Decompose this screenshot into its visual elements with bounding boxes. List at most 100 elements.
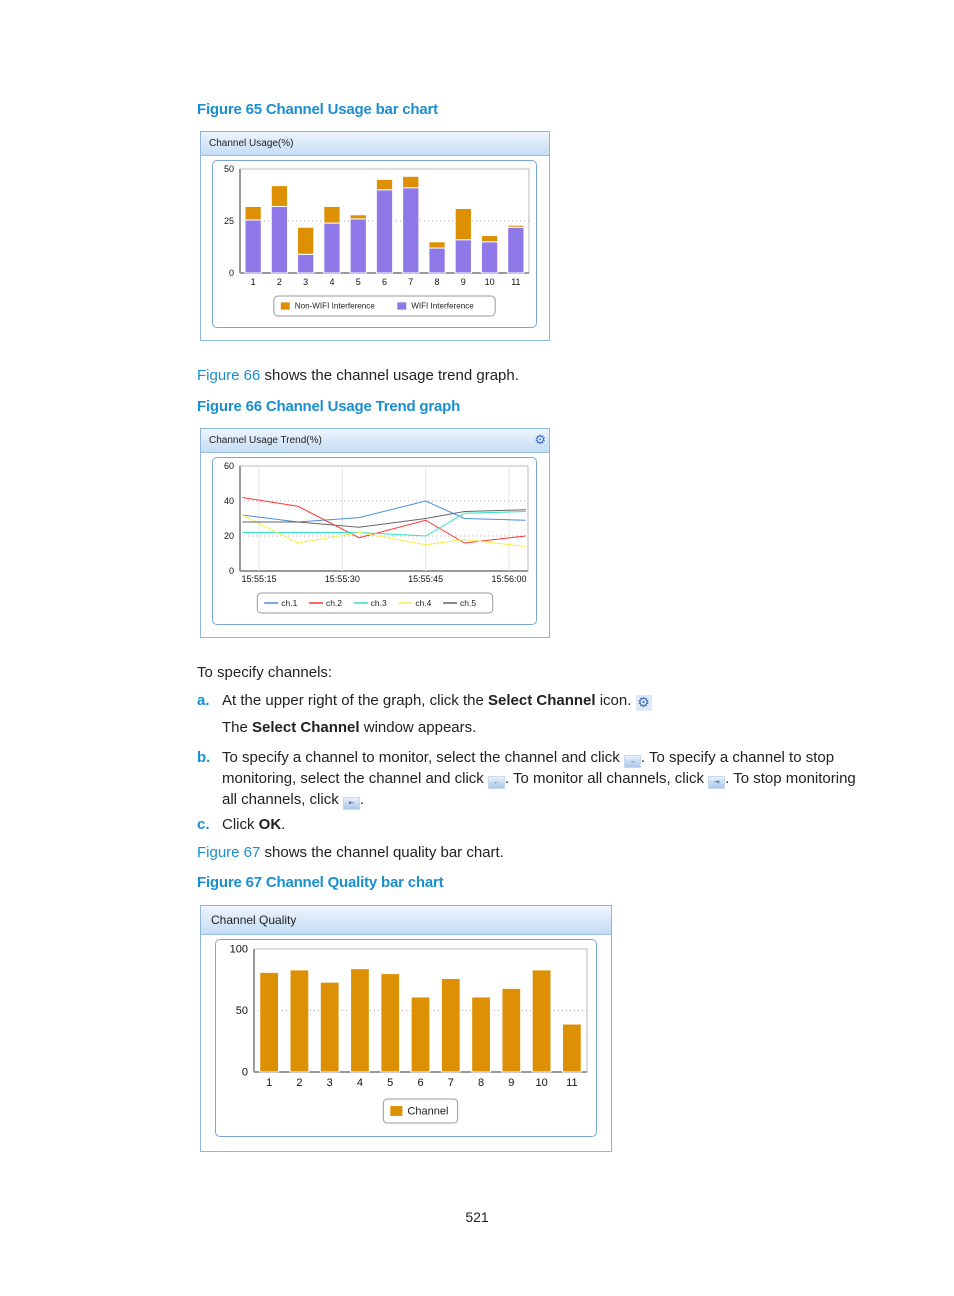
channel-usage-trend-chart: 0 20 40 60 15:55:15 15:55:30 15:55:45 15:56:00 c…: [224, 461, 529, 614]
bar: [375, 189, 394, 274]
bar: [428, 241, 446, 249]
x-tick-label: 4: [357, 1077, 363, 1089]
x-tick-label: 11: [566, 1077, 577, 1089]
y-tick-label: 20: [224, 531, 234, 541]
y-tick-label: 50: [224, 164, 234, 174]
x-tick-label: 2: [296, 1077, 302, 1089]
y-tick-label: 0: [242, 1067, 248, 1079]
x-tick-label: 3: [303, 277, 308, 287]
channel-usage-trend-panel: Channel Usage Trend(%) ⚙ 0 20 40 60 15:55:15…: [200, 428, 550, 638]
y-tick-label: 0: [229, 566, 234, 576]
x-tick-label: 5: [387, 1077, 393, 1089]
bar: [349, 214, 367, 220]
bar: [507, 224, 525, 228]
bar: [297, 226, 315, 255]
legend-label: Non-WIFI Interference: [295, 302, 376, 311]
step-bold: Select Channel: [488, 692, 596, 709]
x-tick-label: 15:55:15: [241, 574, 276, 584]
channel-quality-panel: Channel Quality 0 50 100 1 2 3 4 5 6 7 8 9 10 11 Chann…: [200, 905, 612, 1152]
remove-icon: ←: [487, 776, 505, 789]
bar: [259, 971, 280, 1073]
bar: [454, 239, 472, 274]
bar: [323, 205, 341, 224]
legend-label: ch.3: [371, 598, 387, 608]
gear-icon: ⚙: [635, 694, 652, 711]
bar: [480, 235, 499, 243]
x-tick-label: 11: [511, 277, 520, 287]
figure-67-link[interactable]: Figure 67: [197, 844, 260, 861]
x-tick-label: 1: [251, 277, 256, 287]
bar: [454, 208, 472, 241]
figure-65-caption: Figure 65 Channel Usage bar chart: [197, 101, 438, 118]
legend-swatch: [397, 302, 407, 310]
y-tick-label: 50: [236, 1005, 248, 1017]
step-a: a. At the upper right of the graph, click…: [197, 692, 877, 711]
step-marker: c.: [197, 816, 210, 833]
step-c: c. Click OK.: [197, 816, 285, 833]
x-tick-label: 2: [277, 277, 282, 287]
add-all-icon: ⇥: [708, 776, 726, 789]
step-text: The: [222, 719, 253, 736]
bar: [244, 205, 262, 221]
step-b: b. To specify a channel to monitor, selec…: [197, 747, 862, 810]
x-tick-label: 9: [461, 277, 466, 287]
bar: [507, 226, 525, 274]
channel-usage-panel: Channel Usage(%) 0 25 50 1 2 3 4 5 6 7 8 9 10 11 Non-W…: [200, 131, 550, 341]
x-tick-label: 1: [266, 1077, 272, 1089]
step-text: At the upper right of the graph, click t…: [222, 692, 488, 709]
x-tick-label: 3: [327, 1077, 333, 1089]
bar: [561, 1023, 582, 1073]
step-marker: b.: [197, 749, 211, 766]
bar: [380, 973, 401, 1073]
bar: [297, 253, 315, 274]
paragraph-fig67: Figure 67 shows the channel quality bar …: [197, 844, 504, 861]
paragraph-fig66: Figure 66 shows the channel usage trend …: [197, 367, 519, 384]
bar: [531, 969, 552, 1073]
y-tick-label: 60: [224, 461, 234, 471]
bar: [501, 987, 522, 1073]
step-text: Click: [222, 816, 259, 833]
y-tick-label: 25: [224, 216, 234, 226]
step-text: icon.: [595, 692, 632, 709]
legend-label: ch.4: [415, 598, 431, 608]
x-tick-label: 15:55:45: [408, 574, 443, 584]
step-bold: Select Channel: [252, 719, 360, 736]
bar: [270, 205, 289, 274]
step-text: window appears.: [359, 719, 477, 736]
paragraph-text: shows the channel usage trend graph.: [260, 367, 519, 384]
bar: [244, 219, 262, 274]
legend-swatch: [390, 1106, 403, 1116]
bar: [440, 978, 461, 1073]
bar: [319, 981, 340, 1073]
legend-label: ch.1: [281, 598, 297, 608]
x-tick-label: 9: [508, 1077, 514, 1089]
channel-usage-bar-chart: 0 25 50 1 2 3 4 5 6 7 8 9 10 11 Non-WIFI Interference W…: [224, 164, 530, 317]
y-tick-label: 100: [230, 944, 248, 956]
x-tick-label: 8: [478, 1077, 484, 1089]
x-tick-label: 6: [417, 1077, 423, 1089]
bar: [410, 996, 431, 1073]
bar: [350, 968, 370, 1073]
bar: [480, 241, 499, 274]
x-tick-label: 15:56:00: [491, 574, 526, 584]
step-text: .: [359, 791, 365, 808]
x-tick-label: 10: [485, 277, 495, 287]
y-tick-label: 0: [229, 268, 234, 278]
plot-area: [239, 465, 529, 572]
bar: [402, 187, 420, 274]
figure-66-link[interactable]: Figure 66: [197, 367, 260, 384]
x-tick-label: 8: [435, 277, 440, 287]
step-marker: a.: [197, 692, 210, 709]
step-bold: OK: [258, 816, 282, 833]
page-number: 521: [465, 1209, 489, 1225]
legend-label: ch.2: [326, 598, 342, 608]
step-text: . To monitor all channels, click: [504, 770, 709, 787]
figure-66-caption: Figure 66 Channel Usage Trend graph: [197, 398, 461, 415]
bar: [402, 175, 420, 189]
bar: [471, 996, 491, 1073]
figure-67-caption: Figure 67 Channel Quality bar chart: [197, 874, 444, 891]
step-text: .: [281, 816, 286, 833]
x-tick-label: 6: [382, 277, 387, 287]
bar: [428, 247, 446, 274]
legend-label: ch.5: [460, 598, 476, 608]
